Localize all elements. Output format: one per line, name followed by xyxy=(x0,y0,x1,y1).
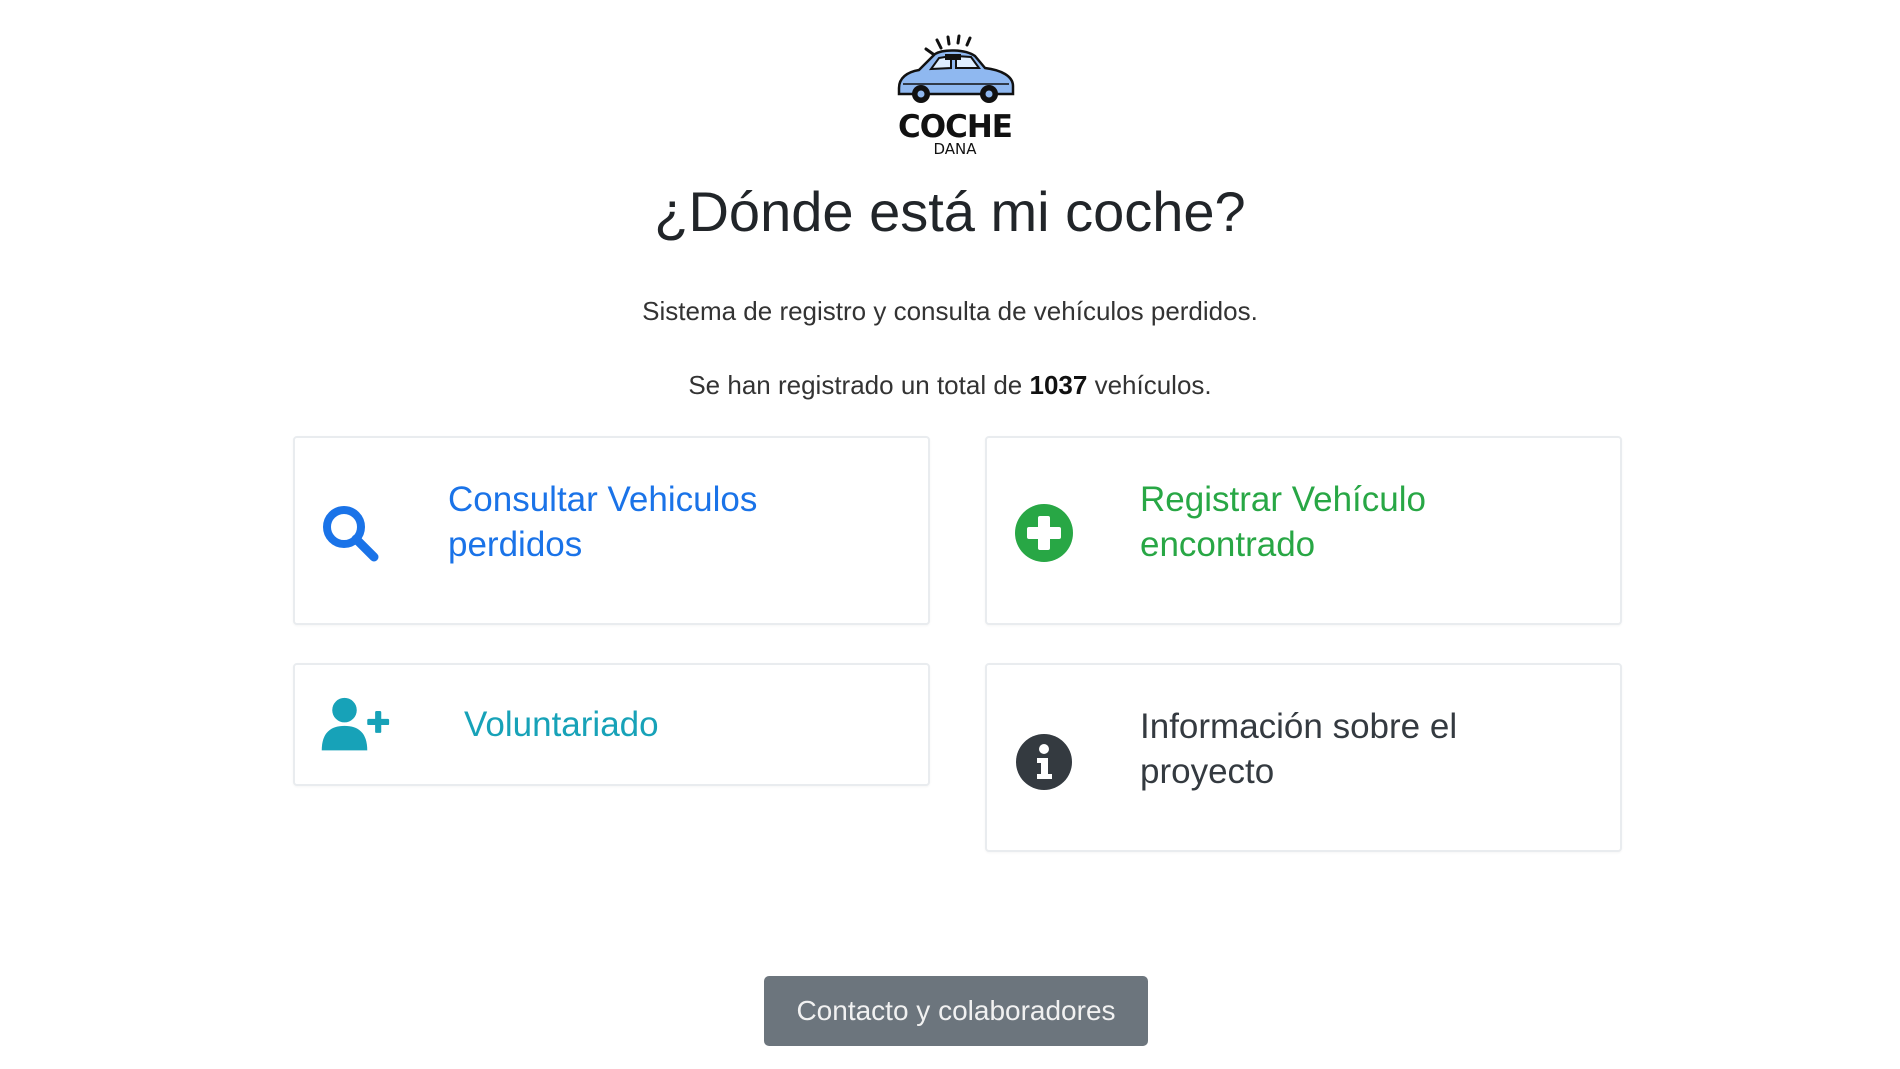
coche-dana-logo[interactable]: COCHE DANA xyxy=(885,34,1025,164)
registrar-vehiculo-card[interactable]: Registrar Vehículo encontrado xyxy=(985,436,1622,625)
page-title: ¿Dónde está mi coche? xyxy=(654,180,1246,243)
registrar-line2: encontrado xyxy=(1140,524,1316,564)
vehicle-count-value: 1037 xyxy=(1029,370,1088,400)
count-prefix: Se han registrado un total de xyxy=(688,370,1023,400)
informacion-line2: proyecto xyxy=(1140,751,1275,791)
search-icon xyxy=(315,498,385,568)
informacion-line1: Información sobre el xyxy=(1140,707,1458,746)
count-suffix: vehículos. xyxy=(1094,370,1212,400)
car-logo-icon xyxy=(897,34,1015,103)
plus-circle-icon xyxy=(1009,498,1079,568)
page-subtitle: Sistema de registro y consulta de vehícu… xyxy=(642,296,1258,326)
logo-wordmark: COCHE xyxy=(898,109,1013,145)
user-plus-icon xyxy=(320,690,390,760)
registrar-vehiculo-label: Registrar Vehículo encontrado xyxy=(1140,478,1426,568)
informacion-proyecto-label: Información sobre el proyecto xyxy=(1140,705,1457,795)
page: COCHE DANA ¿Dónde está mi coche? Sistema… xyxy=(0,0,1900,1069)
consultar-vehiculos-label: Consultar Vehiculos perdidos xyxy=(448,478,757,568)
voluntariado-card[interactable]: Voluntariado xyxy=(293,663,930,786)
consultar-vehiculos-card[interactable]: Consultar Vehiculos perdidos xyxy=(293,436,930,625)
consultar-line1: Consultar Vehiculos xyxy=(448,480,758,519)
info-circle-icon xyxy=(1009,727,1079,797)
registrar-line1: Registrar Vehículo xyxy=(1140,480,1426,519)
consultar-line2: perdidos xyxy=(448,524,583,564)
vehicle-count-text: Se han registrado un total de 1037 vehíc… xyxy=(0,370,1900,401)
contacto-colaboradores-button[interactable]: Contacto y colaboradores xyxy=(764,976,1148,1046)
voluntariado-label: Voluntariado xyxy=(464,705,659,744)
logo-subtitle: DANA xyxy=(933,140,977,158)
informacion-proyecto-card[interactable]: Información sobre el proyecto xyxy=(985,663,1622,852)
